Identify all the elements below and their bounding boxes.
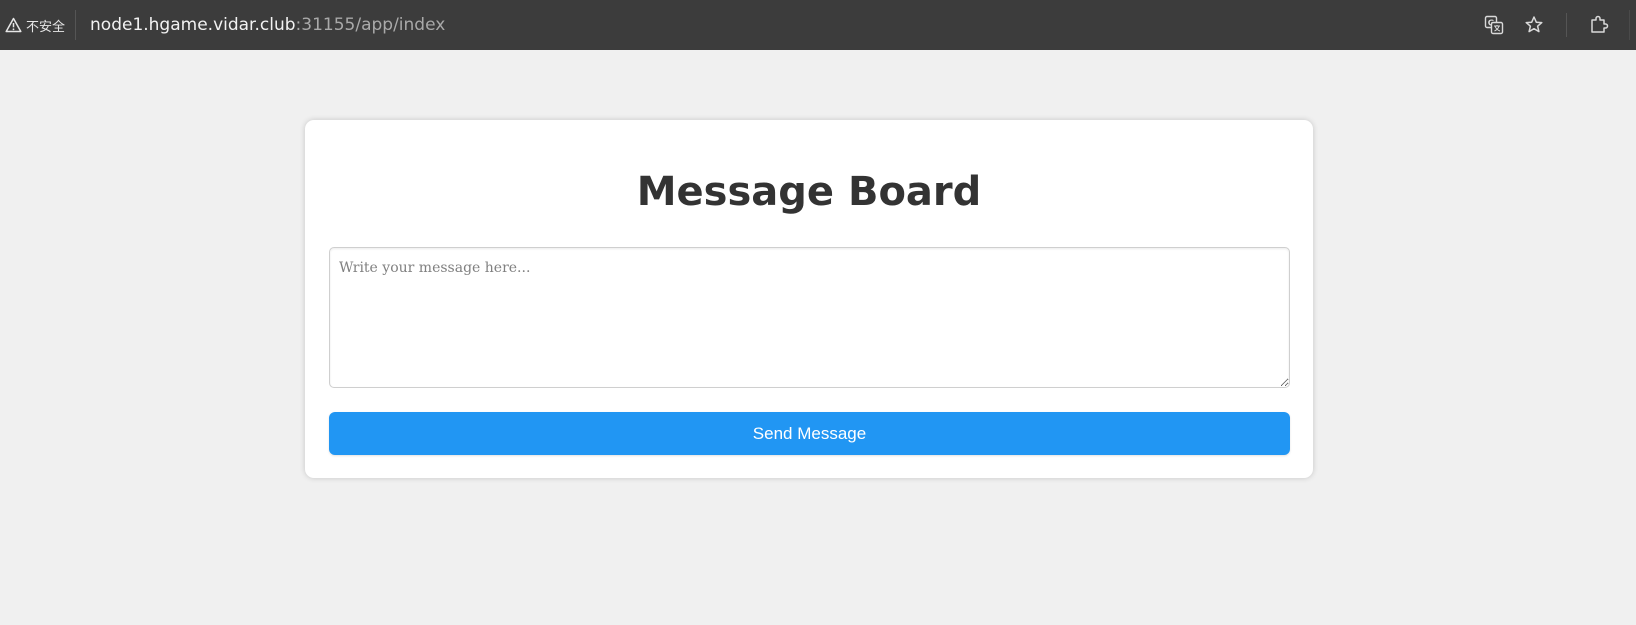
url-host: node1.hgame.vidar.club <box>90 15 296 35</box>
send-message-button[interactable]: Send Message <box>329 412 1290 455</box>
toolbar-icons: G <box>1482 0 1636 50</box>
toolbar-edge <box>1629 10 1630 40</box>
translate-icon[interactable]: G <box>1482 13 1506 37</box>
address-bar[interactable]: node1.hgame.vidar.club:31155/app/index <box>90 15 445 35</box>
warning-icon <box>5 17 22 33</box>
security-label: 不安全 <box>26 19 66 35</box>
security-indicator[interactable]: 不安全 <box>5 10 77 40</box>
toolbar-divider <box>1566 13 1567 37</box>
message-board-card: Message Board Send Message <box>305 120 1313 478</box>
page-title: Message Board <box>636 169 982 215</box>
message-input[interactable] <box>329 247 1290 388</box>
extensions-icon[interactable] <box>1587 13 1611 37</box>
browser-toolbar: 不安全 node1.hgame.vidar.club:31155/app/ind… <box>0 0 1636 50</box>
url-path: :31155/app/index <box>295 15 446 35</box>
star-icon[interactable] <box>1522 13 1546 37</box>
